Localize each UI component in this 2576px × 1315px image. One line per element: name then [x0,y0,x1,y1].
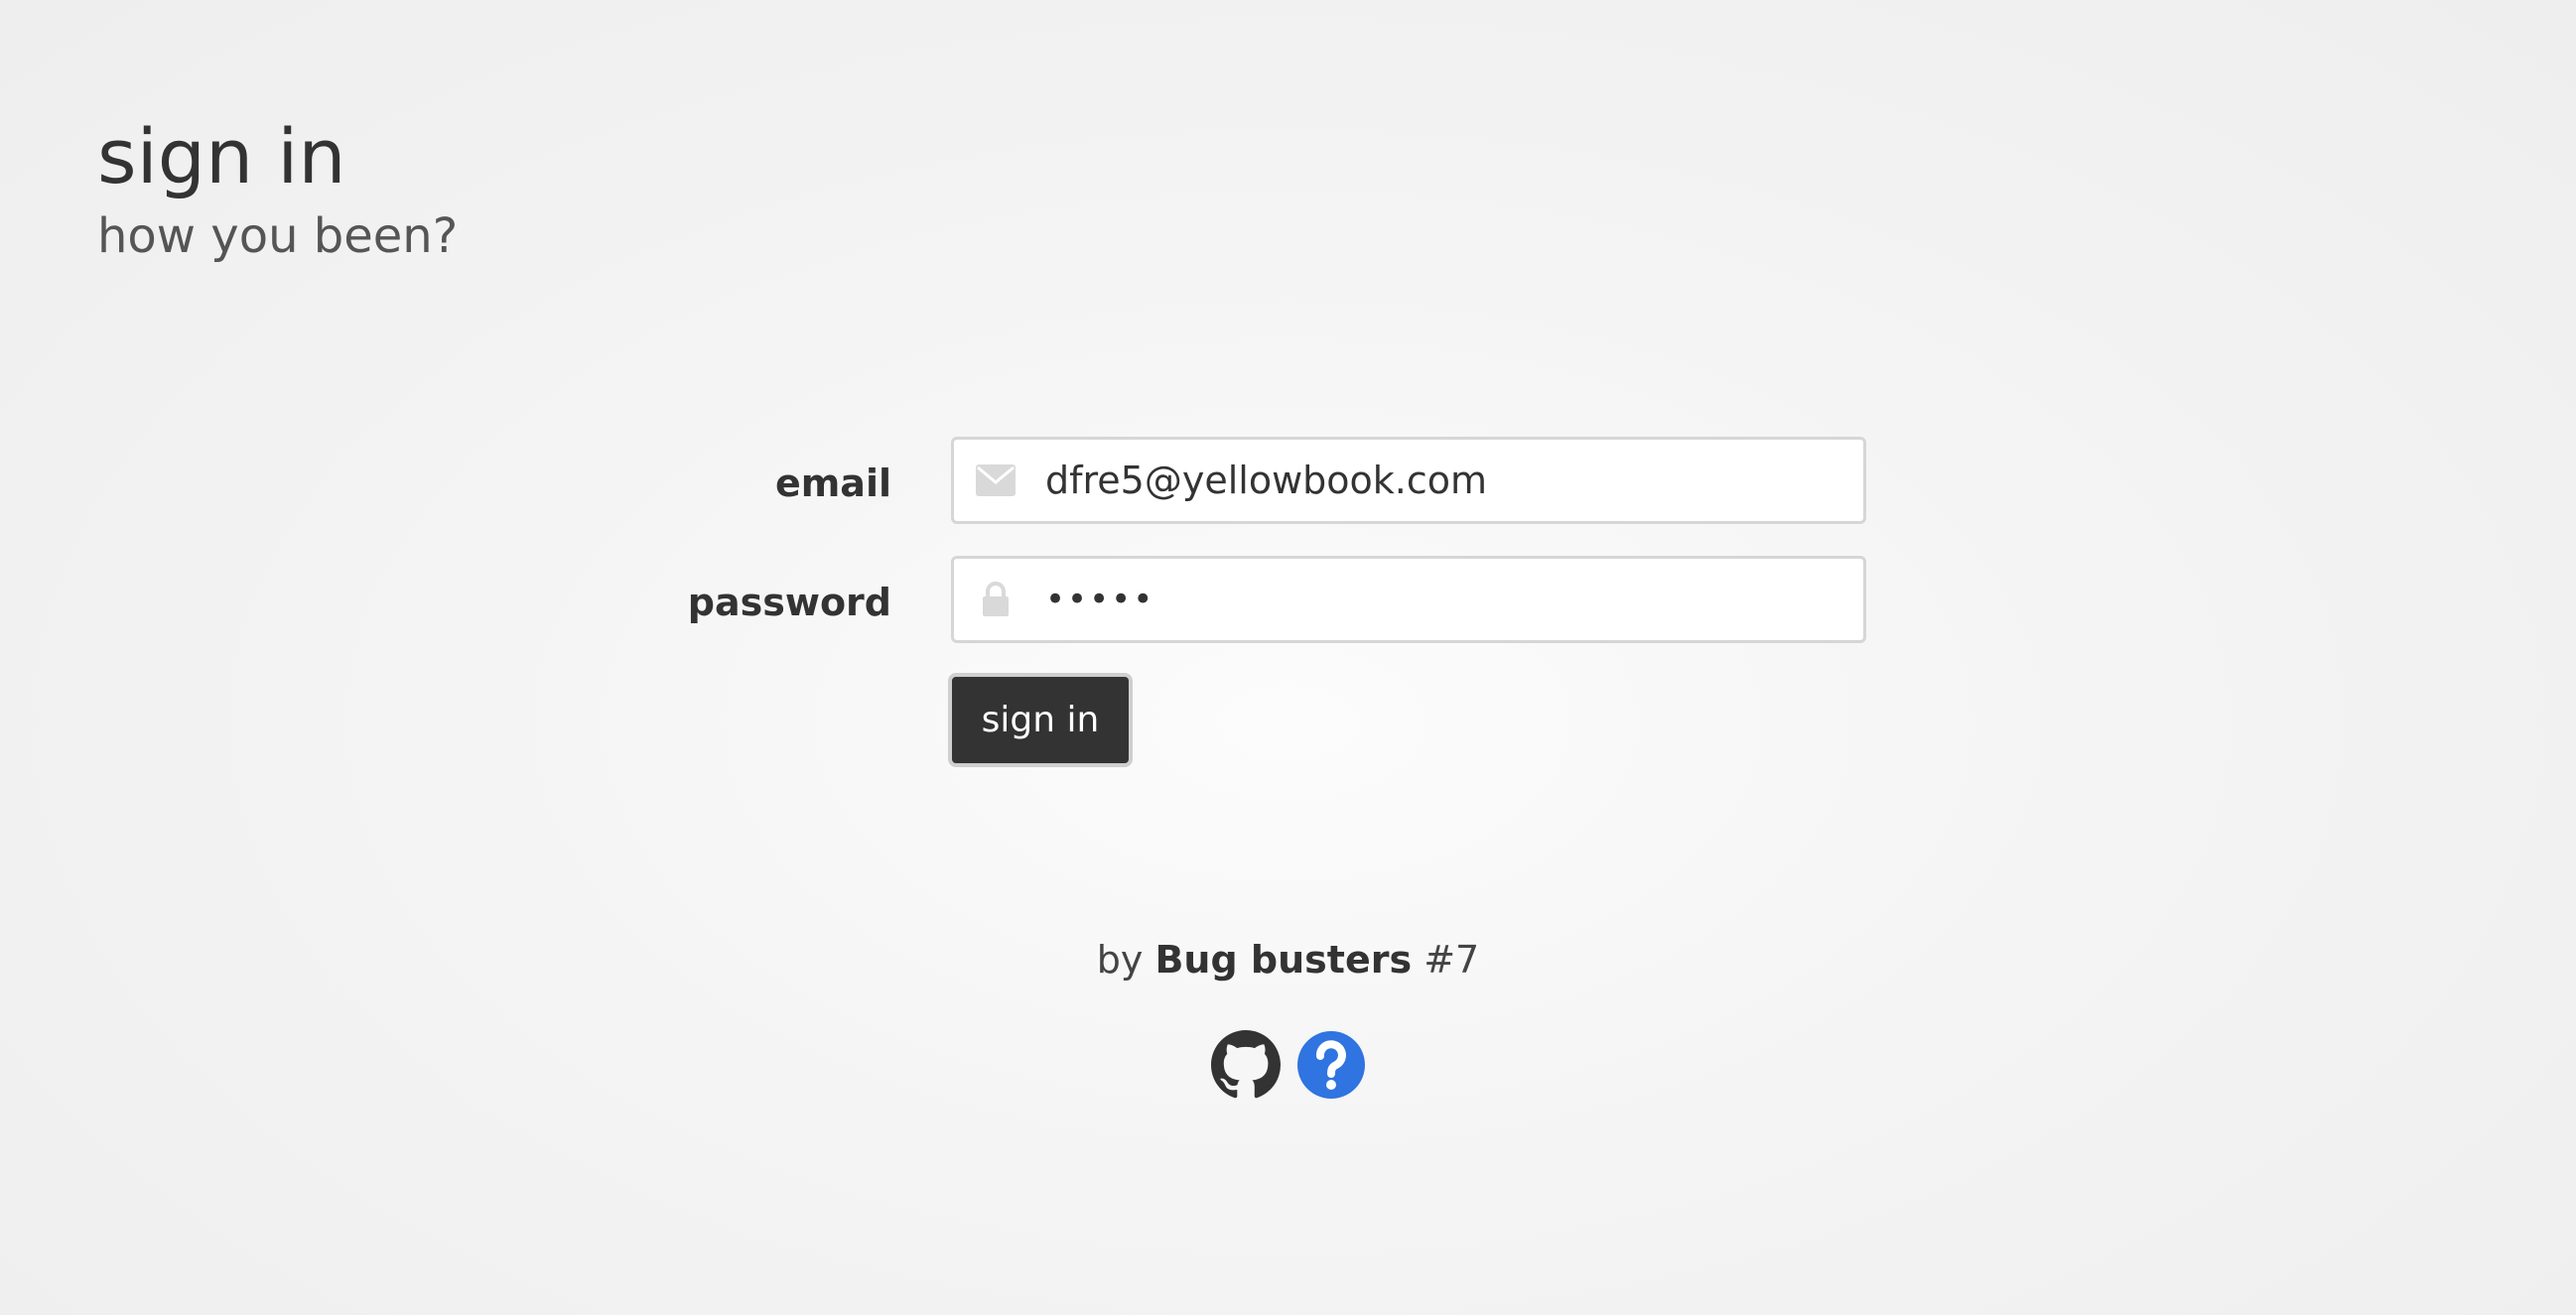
sign-in-button[interactable]: sign in [948,673,1133,767]
footer-links [0,1030,2576,1100]
email-field[interactable] [951,437,1866,524]
credit-by: by [1096,938,1144,982]
page-subtitle: how you been? [97,208,459,264]
help-link[interactable] [1296,1030,1366,1100]
envelope-icon [976,460,1016,500]
password-label: password [687,581,891,624]
credit-line: by Bug busters #7 [0,938,2576,982]
email-label: email [774,461,891,505]
email-input[interactable] [1045,459,1820,502]
password-input[interactable] [1045,580,1820,619]
team-name: Bug busters [1154,938,1413,982]
lock-icon [976,580,1016,619]
team-number: #7 [1424,938,1480,982]
help-icon[interactable] [1296,1030,1366,1100]
page-title: sign in [97,112,346,200]
github-link[interactable] [1210,1030,1281,1100]
password-field[interactable] [951,556,1866,643]
github-icon[interactable] [1210,1030,1281,1100]
page-header: sign in how you been? [97,112,459,264]
